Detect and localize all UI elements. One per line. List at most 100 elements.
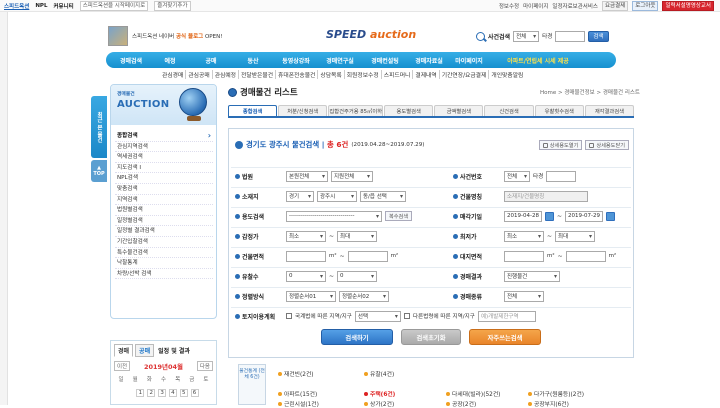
reset-button[interactable]: 검색초기화 <box>401 329 461 345</box>
tab-usage-search[interactable]: 용도별검색 <box>384 105 434 116</box>
min-price-max-select[interactable]: 최대 <box>555 230 596 242</box>
next-month-button[interactable]: 다음 <box>196 361 213 371</box>
nav-consulting[interactable]: 경매컨설팅 <box>362 56 408 65</box>
nav-auction-search[interactable]: 경매검색 <box>112 56 150 65</box>
land-plan-select[interactable]: 선택 <box>354 310 401 322</box>
subnav-item[interactable]: 개인맞춤알림 <box>488 70 525 79</box>
sidebar-item[interactable]: 맞춤검색 <box>115 184 213 195</box>
building-area-min-input[interactable] <box>286 250 326 262</box>
failed-min-select[interactable]: 0 <box>286 270 326 282</box>
sort-order1-select[interactable]: 정렬순서01 <box>286 290 336 302</box>
calendar-day[interactable]: 5 <box>179 389 188 397</box>
subnav-item[interactable]: 관심공매 <box>185 70 211 79</box>
tab-total-search[interactable]: 종합검색 <box>228 105 278 116</box>
favorite-search-button[interactable]: 자주쓰는검색 <box>469 329 541 345</box>
stat-item[interactable]: 다세대(빌라)(52건) <box>446 389 500 398</box>
sidebar-item[interactable]: 지도검색 I <box>115 163 213 174</box>
land-plan-checkbox-1[interactable] <box>286 313 292 319</box>
nav-upcoming[interactable]: 예정 <box>150 56 190 65</box>
stat-item[interactable]: 근린시설(1건) <box>278 399 319 408</box>
case-search-input[interactable] <box>555 30 586 42</box>
calendar-day[interactable]: 1 <box>136 389 145 397</box>
detail-open-button[interactable]: 상세용도열기 <box>538 140 583 150</box>
scroll-top-button[interactable]: ▲ TOP <box>91 160 107 182</box>
subnav-item[interactable]: 결제내역 <box>412 70 438 79</box>
subnav-item[interactable]: 상담목록 <box>317 70 343 79</box>
stat-item[interactable]: 상가(2건) <box>364 399 394 408</box>
stat-item[interactable]: 아파트(15건) <box>278 389 317 398</box>
tab-public-calendar[interactable]: 공매 <box>135 344 155 357</box>
sidebar-item[interactable]: 낙찰통계 <box>115 258 213 269</box>
case-search-select[interactable]: 전체 <box>513 30 540 42</box>
result-select[interactable]: 진행물건 <box>504 270 560 282</box>
subnav-item[interactable]: 전달받은물건 <box>238 70 275 79</box>
stat-item[interactable]: 공장부지(6건) <box>528 399 569 408</box>
case-year-select[interactable]: 전체 <box>504 170 530 182</box>
sidebar-item[interactable]: 특수물건검색 <box>115 248 213 259</box>
usage-select[interactable]: --------------------------------- <box>286 210 382 222</box>
schedule-service-link[interactable]: 일정자료보관서비스 <box>552 2 598 10</box>
nav-resources[interactable]: 경매자료실 <box>408 56 450 65</box>
stat-item[interactable]: 공장(2건) <box>446 399 476 408</box>
case-no-input[interactable] <box>546 170 577 182</box>
detail-close-button[interactable]: 상세용도닫기 <box>585 140 629 150</box>
subnav-item[interactable]: 관심예정 <box>211 70 238 79</box>
tab-residential-search[interactable]: 집합건주거용 85㎡이하 <box>328 105 384 116</box>
stat-item[interactable]: 주택(6건) <box>364 389 395 398</box>
multi-usage-button[interactable]: 복수검색 <box>385 211 413 221</box>
site-logo[interactable]: SPEED auction <box>326 28 416 44</box>
min-price-min-select[interactable]: 최소 <box>504 230 544 242</box>
npl-link[interactable]: NPL <box>35 3 47 9</box>
payment-button[interactable]: 요금결제 <box>601 1 629 11</box>
search-button[interactable]: 검색하기 <box>321 329 393 345</box>
nav-movables[interactable]: 동산 <box>232 56 274 65</box>
calendar-day[interactable]: 3 <box>158 389 167 397</box>
page-scrollbar[interactable] <box>0 12 8 405</box>
sidebar-item-total-search[interactable]: 종합검색 <box>115 131 213 142</box>
tab-price-search[interactable]: 금액별검색 <box>434 105 484 116</box>
nav-public-auction[interactable]: 공매 <box>190 56 232 65</box>
nav-research[interactable]: 경매연구실 <box>318 56 362 65</box>
appraisal-max-select[interactable]: 최대 <box>337 230 378 242</box>
appraisal-min-select[interactable]: 최소 <box>286 230 326 242</box>
auction-type-select[interactable]: 전체 <box>504 290 544 302</box>
subnav-item[interactable]: 회원정보수정 <box>343 70 381 79</box>
set-homepage-button[interactable]: 스피드옥션을 시작페이지로 <box>79 1 149 11</box>
community-link[interactable]: 커뮤니티 <box>53 2 73 10</box>
sidebar-item[interactable]: 일정별검색 <box>115 216 213 227</box>
tab-auction-calendar[interactable]: 경매 <box>114 344 134 357</box>
sidebar-item[interactable]: 법원별검색 <box>115 205 213 216</box>
land-plan-checkbox-2[interactable] <box>403 313 410 319</box>
court-main-select[interactable]: 본원전체 <box>286 170 328 182</box>
speedauction-link[interactable]: 스피드옥션 <box>4 2 29 10</box>
schedule-results-link[interactable]: 일정 및 결과 <box>158 346 190 355</box>
tab-result-search[interactable]: 재각결과검색 <box>584 105 635 116</box>
calendar-icon[interactable] <box>545 211 554 221</box>
nav-apartment-price[interactable]: 아파트/연립세 시세 제공 <box>488 56 588 65</box>
calendar-icon[interactable] <box>606 211 616 221</box>
province-select[interactable]: 경기 <box>286 190 314 202</box>
tab-disposal-search[interactable]: 처분/신청검색 <box>278 105 328 116</box>
add-bookmark-button[interactable]: 즐겨찾기추가 <box>154 1 191 11</box>
mypage-link[interactable]: 마이페이지 <box>523 2 548 10</box>
subnav-item[interactable]: 휴대폰전송물건 <box>275 70 317 79</box>
sidebar-item[interactable]: 지역검색 <box>115 195 213 206</box>
calendar-day[interactable]: 6 <box>190 389 199 397</box>
sidebar-item[interactable]: 관심지역검색 <box>115 142 213 153</box>
tab-failed-count-search[interactable]: 유찰횟수검색 <box>534 105 584 116</box>
city-select[interactable]: 광주시 <box>317 190 357 202</box>
calendar-day[interactable]: 4 <box>168 389 177 397</box>
subnav-item[interactable]: 기간연장/요금결제 <box>438 70 489 79</box>
sale-date-from-input[interactable]: 2019-04-28 <box>504 210 542 222</box>
failed-max-select[interactable]: 0 <box>337 270 378 282</box>
sidebar-item[interactable]: NPL검색 <box>115 173 213 184</box>
stat-item[interactable]: 재건빈(2건) <box>278 369 314 378</box>
sidebar-item[interactable]: 차량/선박 검색 <box>115 269 213 280</box>
stat-item[interactable]: 다가구(원룸등)(2건) <box>528 389 584 398</box>
subnav-item[interactable]: 스피드머니 <box>380 70 413 79</box>
nav-mypage[interactable]: 마이페이지 <box>450 56 488 65</box>
edit-profile-link[interactable]: 정보수정 <box>499 2 519 10</box>
sidebar-item[interactable]: 역세권검색 <box>115 152 213 163</box>
sort-order2-select[interactable]: 정렬순서02 <box>339 290 389 302</box>
stat-item[interactable]: 유찰(4건) <box>364 369 394 378</box>
